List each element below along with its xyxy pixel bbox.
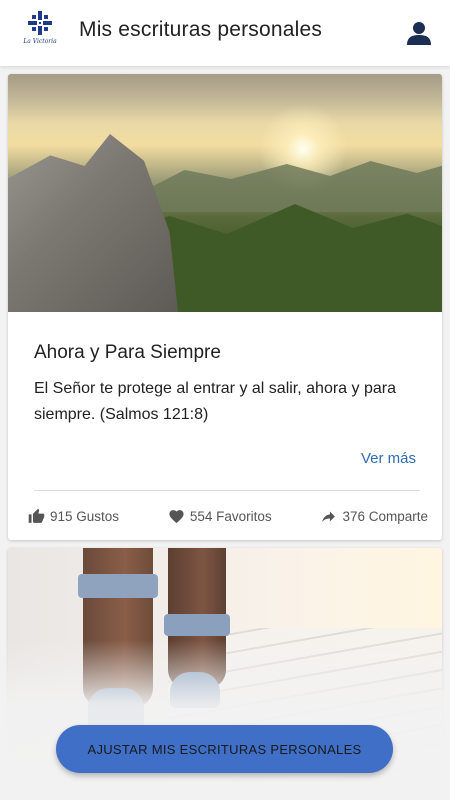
- profile-button[interactable]: [406, 20, 432, 46]
- thumbs-up-icon: [28, 508, 45, 523]
- church-cross-logo-icon: [28, 11, 52, 35]
- heart-icon: [169, 509, 184, 523]
- user-icon: [407, 22, 431, 45]
- share-button[interactable]: 376 Comparte: [320, 508, 428, 525]
- bottom-fade-overlay: [0, 640, 450, 800]
- card-stats: 915 Gustos 554 Favoritos 376 Comparte: [28, 506, 428, 526]
- likes-button[interactable]: 915 Gustos: [28, 508, 119, 525]
- favorites-count: 554 Favoritos: [189, 508, 272, 524]
- card-image-mountain: [8, 74, 442, 312]
- ver-mas-link[interactable]: Ver más: [361, 450, 416, 467]
- app-screen: La Victoria Mis escrituras personales Ah…: [0, 0, 450, 800]
- card-divider: [34, 490, 420, 491]
- card-verse-text: El Señor te protege al entrar y al salir…: [34, 380, 396, 423]
- shares-count: 376 Comparte: [342, 508, 428, 524]
- share-arrow-icon: [322, 511, 336, 522]
- card-title: Ahora y Para Siempre: [34, 342, 221, 363]
- logo-text: La Victoria: [23, 38, 57, 45]
- adjust-scriptures-button[interactable]: AJUSTAR MIS ESCRITURAS PERSONALES: [56, 725, 393, 773]
- app-header: La Victoria Mis escrituras personales: [0, 0, 450, 66]
- favorites-button[interactable]: 554 Favoritos: [168, 508, 272, 525]
- church-logo[interactable]: La Victoria: [20, 10, 60, 54]
- likes-count: 915 Gustos: [50, 508, 120, 524]
- scripture-card[interactable]: Ahora y Para Siempre El Señor te protege…: [8, 74, 442, 540]
- page-title: Mis escrituras personales: [79, 18, 323, 41]
